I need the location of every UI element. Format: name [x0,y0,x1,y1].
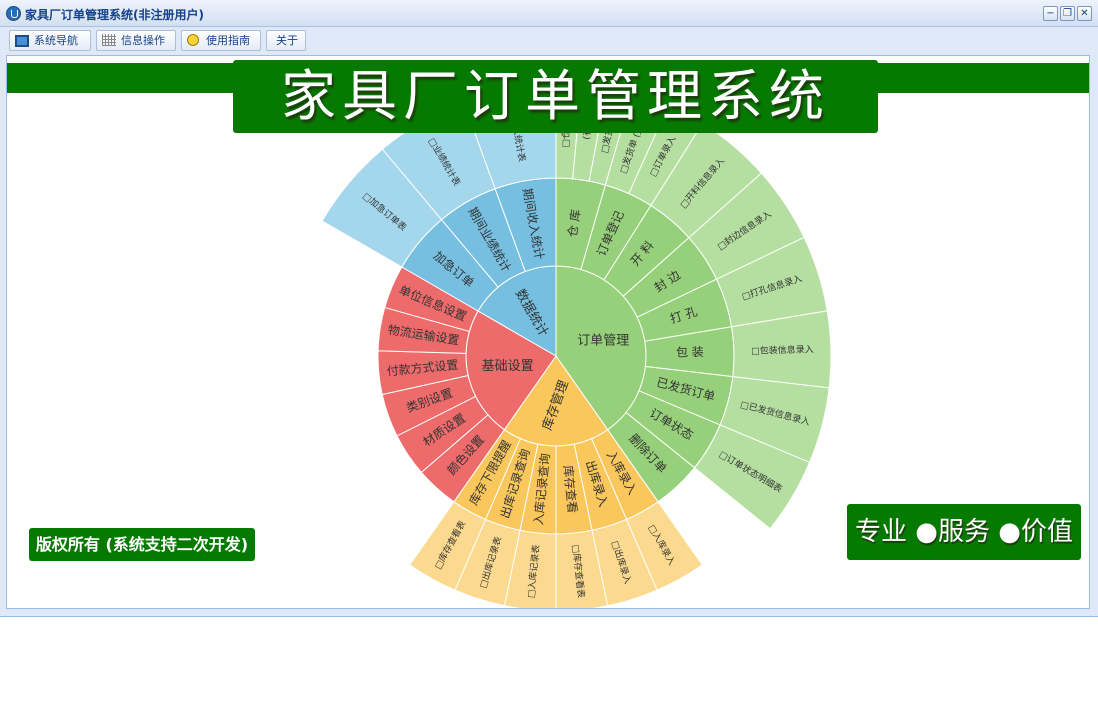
tab-about-label: 关于 [276,34,298,47]
monitor-icon [15,35,29,47]
slogan-badge: 专业 ●服务 ●价值 [847,504,1081,560]
tab-info-ops-label: 信息操作 [121,34,165,47]
window-title: 家具厂订单管理系统(非注册用户) [25,8,204,22]
help-bulb-icon [187,34,199,46]
minimize-button[interactable]: − [1043,6,1058,21]
category-0-child-5-label: 包 装 [676,345,704,360]
category-2-label: 基础设置 [482,359,534,374]
app-window: 家具厂订单管理系统(非注册用户) − ❐ ✕ 系统导航 信息操作 使用指南 关于… [0,0,1098,617]
title-bar: 家具厂订单管理系统(非注册用户) − ❐ ✕ [0,0,1098,27]
tab-system-nav-label: 系统导航 [34,34,78,47]
close-button[interactable]: ✕ [1077,6,1092,21]
tab-user-guide-label: 使用指南 [206,34,250,47]
tab-user-guide[interactable]: 使用指南 [181,30,261,51]
category-0-label: 订单管理 [577,334,629,349]
tab-about[interactable]: 关于 [266,30,306,51]
app-logo-icon [6,6,21,21]
copyright-badge: 版权所有 (系统支持二次开发) [29,528,255,561]
main-content: 订单管理仓 库□仓库信(有)□发货单订单登记□发货单 (无记)□订单录入开 料□… [6,55,1090,609]
main-banner-title: 家具厂订单管理系统 [233,60,878,133]
tab-system-nav[interactable]: 系统导航 [9,30,91,51]
tab-info-ops[interactable]: 信息操作 [96,30,176,51]
restore-button[interactable]: ❐ [1060,6,1075,21]
grid-icon [102,34,116,46]
